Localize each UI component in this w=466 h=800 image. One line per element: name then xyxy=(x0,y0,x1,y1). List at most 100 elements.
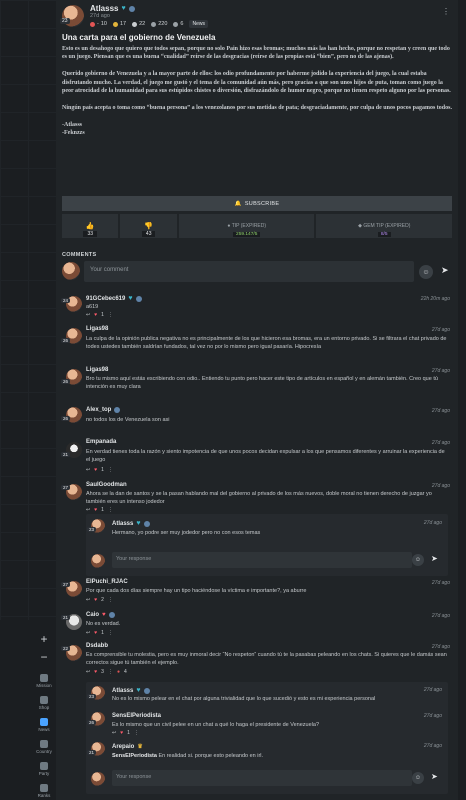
nav-item-party[interactable]: Party xyxy=(30,758,58,780)
downvote-count: 43 xyxy=(141,231,156,237)
comment-author[interactable]: SensElPeriodista xyxy=(112,713,161,719)
heart-icon: ♥ xyxy=(136,687,141,694)
comment-author[interactable]: Ligas98 xyxy=(86,326,108,332)
downvote-button[interactable]: 👎 43 xyxy=(120,214,177,238)
like-icon[interactable]: ♥ xyxy=(120,730,123,736)
comment-author[interactable]: SaulGoodman xyxy=(86,482,127,488)
send-icon[interactable]: ➤ xyxy=(431,772,438,781)
comment-item: 22 Dsdabb 27d ago Es comprensible tu mol… xyxy=(61,643,450,675)
heart-icon: ♥ xyxy=(121,5,126,12)
subscribe-button[interactable]: 🔔 SUBSCRIBE xyxy=(62,196,452,211)
comment-text: En verdad tienes toda la razón y siento … xyxy=(86,449,445,464)
shop-icon xyxy=(40,696,48,704)
reply-input[interactable]: Your response xyxy=(112,552,412,568)
comment-item: 26 Alex_top 27d ago no todos los de Vene… xyxy=(61,407,450,423)
gem-tip-button[interactable]: ◆ GEM TIP (EXPIRED) 8/5 xyxy=(316,214,452,238)
more-options-icon[interactable]: ⋮ xyxy=(108,507,113,513)
nav-item-country[interactable]: Country xyxy=(30,736,58,758)
comment-time: 27d ago xyxy=(431,644,450,650)
nav-item-shop[interactable]: Shop xyxy=(30,692,58,714)
like-icon[interactable]: ♥ xyxy=(94,467,97,473)
zoom-in-button[interactable]: + xyxy=(33,630,55,648)
reply-icon[interactable]: ↩ xyxy=(86,467,90,473)
country-icon xyxy=(40,740,48,748)
comment-author[interactable]: Alex_top xyxy=(86,407,111,413)
comment-author[interactable]: Caio xyxy=(86,612,99,618)
comment-text: Ahora se la dan de santos y se la pasan … xyxy=(86,491,432,506)
more-options-icon[interactable]: ⋮ xyxy=(108,669,113,675)
nav-item-news[interactable]: News xyxy=(30,714,58,736)
comment-time: 27d ago xyxy=(431,327,450,333)
heart-icon: ♥ xyxy=(128,295,133,302)
comment-item: 26 Ligas98 27d ago Bro tu mismo aquí est… xyxy=(61,367,450,391)
reply-icon[interactable]: ↩ xyxy=(86,507,90,513)
like-icon[interactable]: ♥ xyxy=(94,507,97,513)
left-rail: + − Mission Shop News Country Party Rank… xyxy=(0,0,56,800)
tip-value: 259.147/5 xyxy=(233,232,261,237)
reply-icon[interactable]: ↩ xyxy=(86,312,90,318)
own-avatar xyxy=(62,262,80,280)
more-options-icon[interactable]: ⋮ xyxy=(108,630,113,636)
reply-icon[interactable]: ↩ xyxy=(86,630,90,636)
comment-time: 27d ago xyxy=(431,440,450,446)
category-tag[interactable]: News xyxy=(189,20,208,28)
more-options-icon[interactable]: ⋮ xyxy=(108,312,113,318)
send-icon[interactable]: ➤ xyxy=(441,265,449,276)
mention[interactable]: SensElPeriodista xyxy=(112,753,157,759)
comment-author[interactable]: Atlasss xyxy=(112,521,133,527)
more-options-icon[interactable]: ⋮ xyxy=(108,597,113,603)
comment-actions: ↩ ♥ 3 ⋮ ● 4 xyxy=(86,669,127,675)
comment-author[interactable]: Dsdabb xyxy=(86,643,108,649)
comment-time: 27d ago xyxy=(423,520,442,526)
comment-author[interactable]: Empanada xyxy=(86,439,116,445)
own-avatar xyxy=(91,554,105,568)
comment-text: Hermano, yo podre ser muy jodedor pero n… xyxy=(112,530,261,536)
comment-author[interactable]: Arepaio xyxy=(112,744,134,750)
nav-item-mission[interactable]: Mission xyxy=(30,670,58,692)
reply-icon[interactable]: ↩ xyxy=(86,669,90,675)
reply-thread: 23 Atlasss ♥ 27d ago No es lo mismo pelea… xyxy=(86,682,448,794)
like-icon[interactable]: ♥ xyxy=(94,669,97,675)
reply-input[interactable]: Your response xyxy=(112,770,412,786)
emoji-icon[interactable]: ☺ xyxy=(419,265,433,279)
comment-author[interactable]: Atlasss xyxy=(112,688,133,694)
gold-icon xyxy=(112,21,118,27)
post-paragraph: Querido gobierno de Venezuela y a la may… xyxy=(62,71,451,95)
like-icon[interactable]: ♥ xyxy=(94,630,97,636)
comment-actions: ↩ ♥ 1 ⋮ xyxy=(86,630,113,636)
more-options-icon[interactable]: ⋮ xyxy=(134,730,139,736)
tip-button[interactable]: ● TIP (EXPIRED) 259.147/5 xyxy=(178,214,315,238)
comment-actions: ↩ ♥ 1 ⋮ xyxy=(112,730,139,736)
emoji-icon[interactable]: ☺ xyxy=(412,554,424,566)
like-icon[interactable]: ♥ xyxy=(94,597,97,603)
comment-text: No es lo mismo pelear en el chat por alg… xyxy=(112,696,376,702)
post-body: Esto es un desahogo que quiero que todos… xyxy=(62,45,452,146)
comment-author[interactable]: ElPuchi_RJAC xyxy=(86,579,128,585)
own-avatar xyxy=(91,772,105,786)
eye-icon xyxy=(151,21,157,27)
reply-icon[interactable]: ↩ xyxy=(86,597,90,603)
verified-icon xyxy=(143,520,150,527)
like-icon[interactable]: ♥ xyxy=(94,312,97,318)
comment-composer: Your comment ☺ ➤ xyxy=(62,261,452,283)
more-options-icon[interactable]: ⋮ xyxy=(442,7,450,16)
post-paragraph: Esto es un desahogo que quiero que todos… xyxy=(62,46,450,61)
upvote-button[interactable]: 👍 33 xyxy=(62,214,119,238)
comment-item: 21 Caio ♥ 27d ago No es verdad. ↩ ♥ 1 ⋮ xyxy=(61,612,450,636)
send-icon[interactable]: ➤ xyxy=(431,554,438,563)
comment-time: 27d ago xyxy=(431,408,450,414)
nav-item-ranks[interactable]: Ranks xyxy=(30,780,58,800)
comment-time: 27d ago xyxy=(423,743,442,749)
emoji-icon[interactable]: ☺ xyxy=(412,772,424,784)
upvote-count: 33 xyxy=(83,231,98,237)
comment-author[interactable]: 91GCebec619 xyxy=(86,296,125,302)
comment-input[interactable]: Your comment xyxy=(84,261,414,282)
reply-icon[interactable]: ↩ xyxy=(112,730,116,736)
reply-thread: 23 Atlasss ♥ 27d ago Hermano, yo podre se… xyxy=(86,514,448,576)
zoom-out-button[interactable]: − xyxy=(33,648,55,666)
author-name[interactable]: Atlasss xyxy=(90,4,118,13)
comment-author[interactable]: Ligas98 xyxy=(86,367,108,373)
more-options-icon[interactable]: ⋮ xyxy=(108,467,113,473)
comment-text: SensElPeriodista En realidad si. porque … xyxy=(112,753,264,759)
comment-text: Por que cada dos días siempre hay un tip… xyxy=(86,588,307,594)
